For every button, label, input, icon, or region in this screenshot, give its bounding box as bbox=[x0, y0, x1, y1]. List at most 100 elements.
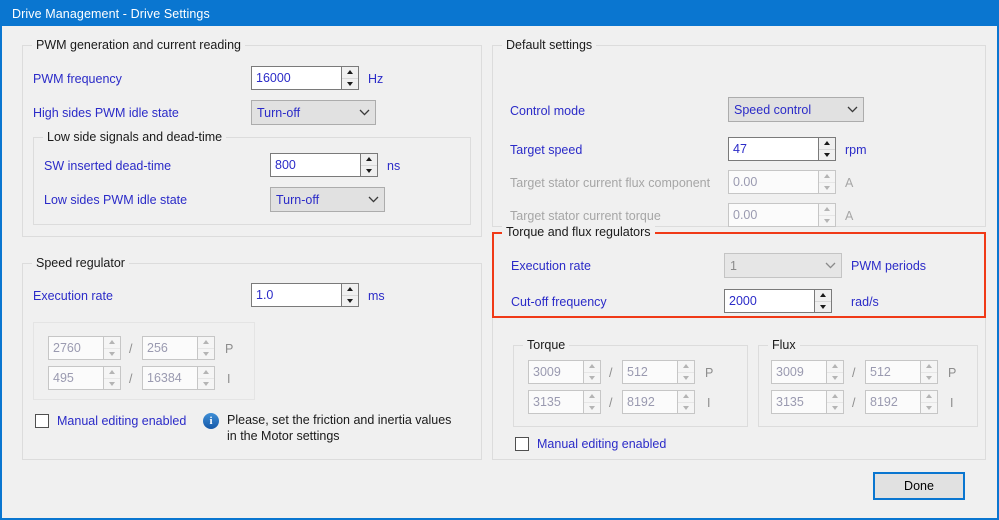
spinner-buttons[interactable] bbox=[583, 361, 600, 383]
spinner-up-icon[interactable] bbox=[827, 361, 843, 373]
spinner-up-icon[interactable] bbox=[921, 391, 937, 403]
spinner-down-icon[interactable] bbox=[921, 373, 937, 384]
input-speed-execution-rate[interactable]: 1.0 bbox=[251, 283, 359, 307]
input-torque-kp-denominator-value[interactable]: 512 bbox=[623, 361, 677, 383]
spinner-up-icon[interactable] bbox=[827, 391, 843, 403]
spinner-down-icon[interactable] bbox=[819, 150, 835, 161]
input-torque-ki-denominator[interactable]: 8192 bbox=[622, 390, 695, 414]
input-target-flux-component-value[interactable]: 0.00 bbox=[729, 171, 818, 193]
spinner-up-icon[interactable] bbox=[819, 138, 835, 150]
chevron-down-icon[interactable] bbox=[353, 109, 375, 116]
spinner-down-icon[interactable] bbox=[819, 216, 835, 227]
spinner-down-icon[interactable] bbox=[678, 373, 694, 384]
input-target-flux-component[interactable]: 0.00 bbox=[728, 170, 836, 194]
input-torque-kp-numerator-value[interactable]: 3009 bbox=[529, 361, 583, 383]
input-torque-kp-numerator[interactable]: 3009 bbox=[528, 360, 601, 384]
select-control-mode[interactable]: Speed control bbox=[728, 97, 864, 122]
input-torque-ki-numerator[interactable]: 3135 bbox=[528, 390, 601, 414]
input-cutoff-frequency[interactable]: 2000 bbox=[724, 289, 832, 313]
spinner-buttons[interactable] bbox=[341, 284, 358, 306]
input-torque-ki-numerator-value[interactable]: 3135 bbox=[529, 391, 583, 413]
input-speed-ki-numerator[interactable]: 495 bbox=[48, 366, 121, 390]
select-tf-execution-rate[interactable]: 1 bbox=[724, 253, 842, 278]
checkbox-box[interactable] bbox=[35, 414, 49, 428]
spinner-up-icon[interactable] bbox=[342, 67, 358, 79]
spinner-buttons[interactable] bbox=[920, 391, 937, 413]
spinner-buttons[interactable] bbox=[677, 391, 694, 413]
done-button[interactable]: Done bbox=[873, 472, 965, 500]
spinner-buttons[interactable] bbox=[360, 154, 377, 176]
spinner-buttons[interactable] bbox=[197, 337, 214, 359]
spinner-up-icon[interactable] bbox=[198, 337, 214, 349]
spinner-down-icon[interactable] bbox=[198, 349, 214, 360]
select-high-sides-idle[interactable]: Turn-off bbox=[251, 100, 376, 125]
spinner-down-icon[interactable] bbox=[104, 349, 120, 360]
spinner-buttons[interactable] bbox=[103, 337, 120, 359]
spinner-up-icon[interactable] bbox=[584, 391, 600, 403]
input-speed-ki-denominator-value[interactable]: 16384 bbox=[143, 367, 197, 389]
spinner-down-icon[interactable] bbox=[342, 79, 358, 90]
spinner-down-icon[interactable] bbox=[584, 403, 600, 414]
spinner-down-icon[interactable] bbox=[815, 302, 831, 313]
checkbox-box[interactable] bbox=[515, 437, 529, 451]
spinner-up-icon[interactable] bbox=[342, 284, 358, 296]
spinner-up-icon[interactable] bbox=[104, 337, 120, 349]
spinner-down-icon[interactable] bbox=[584, 373, 600, 384]
chevron-down-icon[interactable] bbox=[841, 106, 863, 113]
input-torque-ki-denominator-value[interactable]: 8192 bbox=[623, 391, 677, 413]
input-flux-ki-numerator-value[interactable]: 3135 bbox=[772, 391, 826, 413]
input-torque-kp-denominator[interactable]: 512 bbox=[622, 360, 695, 384]
input-speed-execution-rate-value[interactable]: 1.0 bbox=[252, 284, 341, 306]
chevron-down-icon[interactable] bbox=[819, 262, 841, 269]
spinner-buttons[interactable] bbox=[818, 204, 835, 226]
checkbox-tf-manual-editing[interactable]: Manual editing enabled bbox=[515, 437, 666, 451]
input-target-torque-value[interactable]: 0.00 bbox=[729, 204, 818, 226]
select-low-sides-idle[interactable]: Turn-off bbox=[270, 187, 385, 212]
input-flux-kp-numerator-value[interactable]: 3009 bbox=[772, 361, 826, 383]
spinner-down-icon[interactable] bbox=[819, 183, 835, 194]
spinner-up-icon[interactable] bbox=[361, 154, 377, 166]
spinner-down-icon[interactable] bbox=[342, 296, 358, 307]
input-speed-kp-denominator-value[interactable]: 256 bbox=[143, 337, 197, 359]
input-pwm-frequency-value[interactable]: 16000 bbox=[252, 67, 341, 89]
input-cutoff-frequency-value[interactable]: 2000 bbox=[725, 290, 814, 312]
input-speed-ki-numerator-value[interactable]: 495 bbox=[49, 367, 103, 389]
spinner-buttons[interactable] bbox=[677, 361, 694, 383]
spinner-down-icon[interactable] bbox=[921, 403, 937, 414]
input-pwm-frequency[interactable]: 16000 bbox=[251, 66, 359, 90]
spinner-buttons[interactable] bbox=[103, 367, 120, 389]
input-sw-dead-time-value[interactable]: 800 bbox=[271, 154, 360, 176]
input-flux-ki-denominator-value[interactable]: 8192 bbox=[866, 391, 920, 413]
spinner-buttons[interactable] bbox=[341, 67, 358, 89]
input-speed-kp-numerator[interactable]: 2760 bbox=[48, 336, 121, 360]
input-speed-kp-denominator[interactable]: 256 bbox=[142, 336, 215, 360]
spinner-buttons[interactable] bbox=[583, 391, 600, 413]
spinner-buttons[interactable] bbox=[818, 171, 835, 193]
input-flux-kp-numerator[interactable]: 3009 bbox=[771, 360, 844, 384]
checkbox-speed-manual-editing[interactable]: Manual editing enabled bbox=[35, 414, 186, 428]
spinner-buttons[interactable] bbox=[826, 361, 843, 383]
spinner-buttons[interactable] bbox=[814, 290, 831, 312]
chevron-down-icon[interactable] bbox=[362, 196, 384, 203]
spinner-down-icon[interactable] bbox=[827, 403, 843, 414]
input-target-speed-value[interactable]: 47 bbox=[729, 138, 818, 160]
spinner-down-icon[interactable] bbox=[827, 373, 843, 384]
input-flux-kp-denominator-value[interactable]: 512 bbox=[866, 361, 920, 383]
input-flux-ki-denominator[interactable]: 8192 bbox=[865, 390, 938, 414]
spinner-down-icon[interactable] bbox=[678, 403, 694, 414]
spinner-buttons[interactable] bbox=[197, 367, 214, 389]
spinner-up-icon[interactable] bbox=[815, 290, 831, 302]
input-speed-kp-numerator-value[interactable]: 2760 bbox=[49, 337, 103, 359]
spinner-up-icon[interactable] bbox=[678, 391, 694, 403]
spinner-up-icon[interactable] bbox=[678, 361, 694, 373]
spinner-up-icon[interactable] bbox=[584, 361, 600, 373]
input-target-speed[interactable]: 47 bbox=[728, 137, 836, 161]
input-flux-ki-numerator[interactable]: 3135 bbox=[771, 390, 844, 414]
spinner-up-icon[interactable] bbox=[198, 367, 214, 379]
spinner-up-icon[interactable] bbox=[819, 171, 835, 183]
input-target-torque[interactable]: 0.00 bbox=[728, 203, 836, 227]
spinner-up-icon[interactable] bbox=[819, 204, 835, 216]
spinner-buttons[interactable] bbox=[826, 391, 843, 413]
spinner-down-icon[interactable] bbox=[104, 379, 120, 390]
input-sw-dead-time[interactable]: 800 bbox=[270, 153, 378, 177]
